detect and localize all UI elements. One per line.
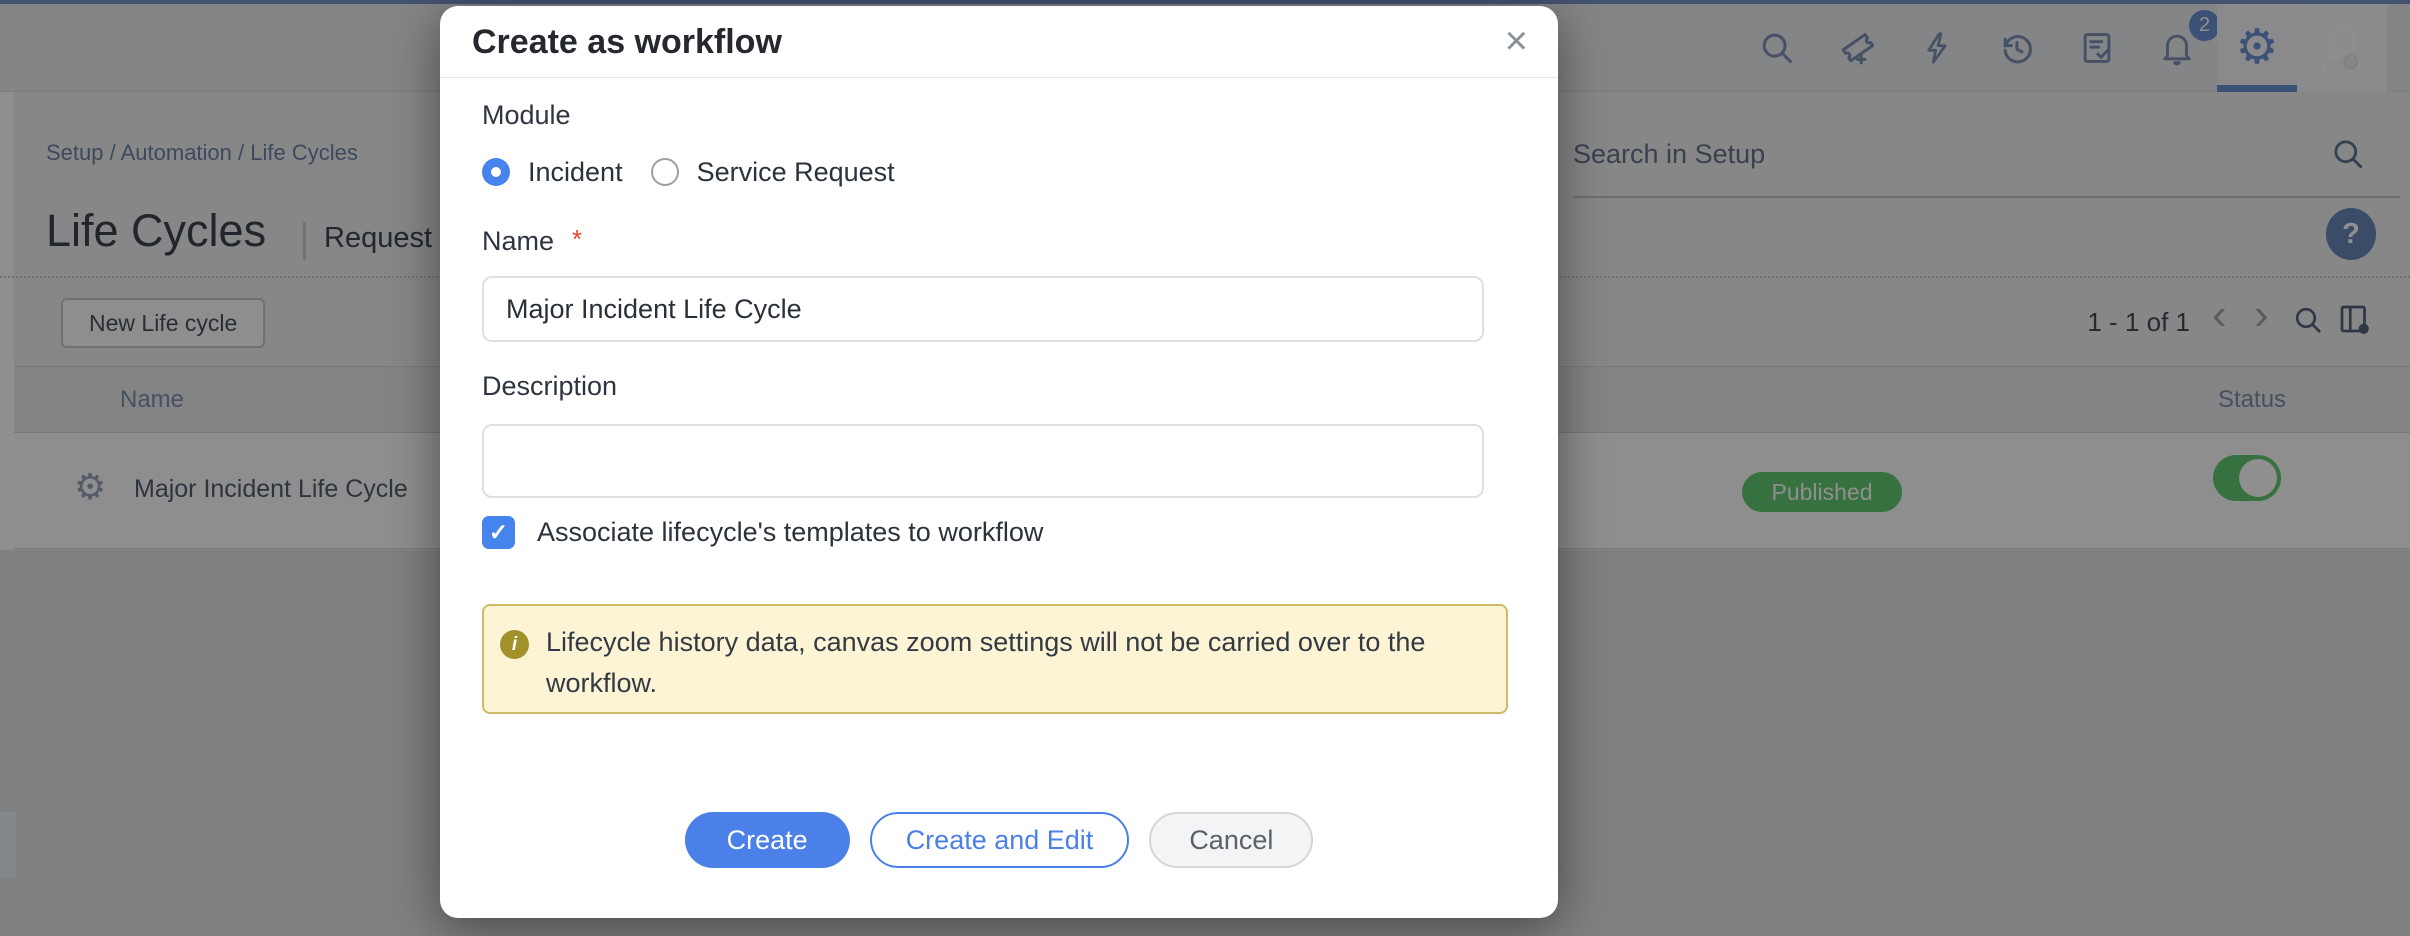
modal-header: Create as workflow ×: [440, 6, 1558, 78]
module-radio-group: Incident Service Request: [482, 156, 895, 188]
associate-templates-label[interactable]: Associate lifecycle's templates to workf…: [537, 517, 1043, 548]
radio-service-request-label[interactable]: Service Request: [697, 157, 895, 188]
info-text: Lifecycle history data, canvas zoom sett…: [546, 622, 1496, 704]
close-icon[interactable]: ×: [1505, 16, 1528, 66]
modal-actions: Create Create and Edit Cancel: [440, 812, 1558, 868]
info-icon: i: [500, 630, 529, 659]
associate-templates-row: ✓ Associate lifecycle's templates to wor…: [482, 516, 1043, 549]
create-and-edit-button[interactable]: Create and Edit: [870, 812, 1130, 868]
description-label: Description: [482, 371, 617, 402]
create-as-workflow-modal: Create as workflow × Module Incident Ser…: [440, 6, 1558, 918]
create-button[interactable]: Create: [685, 812, 850, 868]
name-label-text: Name: [482, 226, 554, 256]
required-asterisk: *: [572, 224, 582, 254]
name-input[interactable]: [482, 276, 1484, 342]
module-label: Module: [482, 100, 571, 131]
radio-incident-label[interactable]: Incident: [528, 157, 623, 188]
cancel-button[interactable]: Cancel: [1149, 812, 1313, 868]
associate-templates-checkbox[interactable]: ✓: [482, 516, 515, 549]
description-input[interactable]: [482, 424, 1484, 498]
radio-service-request[interactable]: [651, 158, 679, 186]
modal-title: Create as workflow: [472, 6, 782, 78]
radio-incident[interactable]: [482, 158, 510, 186]
name-label: Name *: [482, 224, 582, 257]
info-banner: i Lifecycle history data, canvas zoom se…: [482, 604, 1508, 714]
